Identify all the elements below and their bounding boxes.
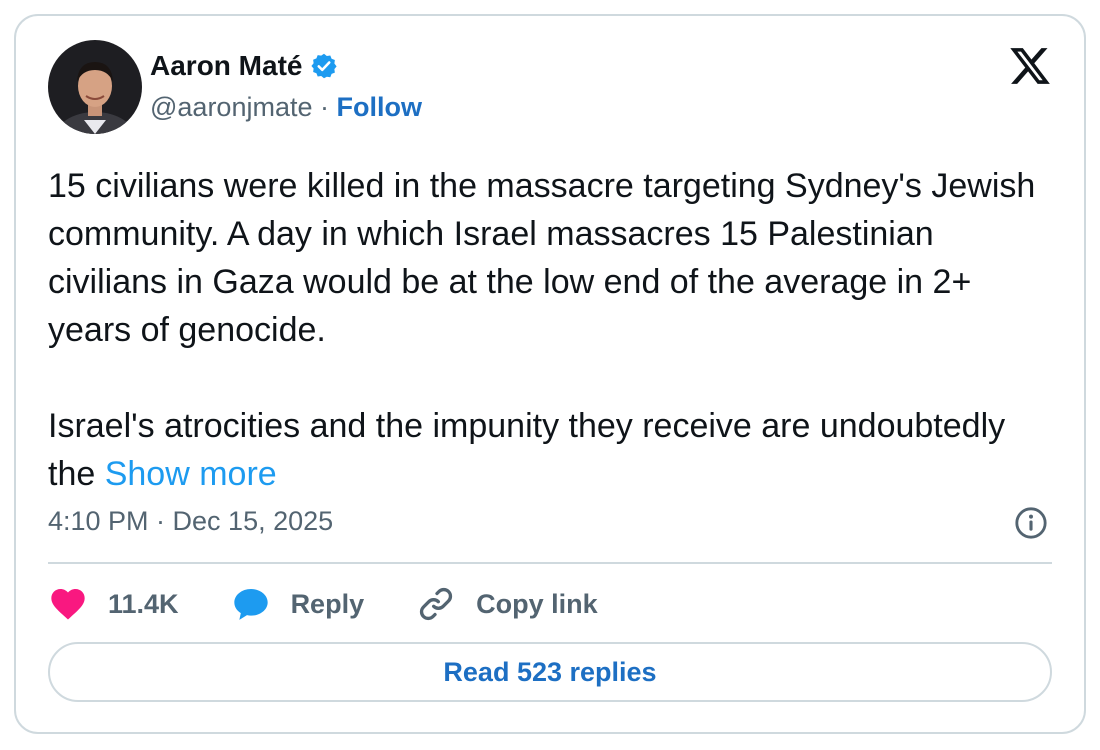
speech-bubble-icon xyxy=(231,584,271,624)
verified-badge-icon xyxy=(310,52,338,80)
follow-button[interactable]: Follow xyxy=(337,92,422,122)
tweet-card: Aaron Maté @aaronjmate · Follow 15 civil… xyxy=(14,14,1086,734)
copy-link-button[interactable]: Copy link xyxy=(416,584,598,624)
show-more-link[interactable]: Show more xyxy=(105,455,277,493)
like-count: 11.4K xyxy=(108,588,179,619)
reply-label: Reply xyxy=(290,588,365,619)
tweet-paragraph-1: 15 civilians were killed in the massacre… xyxy=(48,167,1036,349)
tweet-paragraph-2: Israel's atrocities and the impunity the… xyxy=(48,402,1058,498)
x-logo-icon[interactable] xyxy=(1008,44,1052,88)
link-icon xyxy=(416,584,456,624)
avatar[interactable] xyxy=(48,40,142,134)
handle-separator: · xyxy=(320,92,337,122)
copy-link-label: Copy link xyxy=(476,588,598,619)
tweet-timestamp[interactable]: 4:10 PM · Dec 15, 2025 xyxy=(48,506,333,537)
author-handle-row: @aaronjmate · Follow xyxy=(150,92,422,123)
reply-button[interactable]: Reply xyxy=(231,584,365,624)
author-name[interactable]: Aaron Maté xyxy=(150,50,302,82)
heart-icon xyxy=(48,584,88,624)
author-handle[interactable]: @aaronjmate xyxy=(150,92,313,122)
info-icon[interactable] xyxy=(1014,506,1048,540)
divider xyxy=(48,562,1052,564)
avatar-photo xyxy=(48,40,142,134)
tweet-text: 15 civilians were killed in the massacre… xyxy=(48,162,1058,498)
action-bar: 11.4K Reply Copy link xyxy=(48,584,650,624)
like-button[interactable]: 11.4K xyxy=(48,584,179,624)
read-replies-button[interactable]: Read 523 replies xyxy=(48,642,1052,702)
